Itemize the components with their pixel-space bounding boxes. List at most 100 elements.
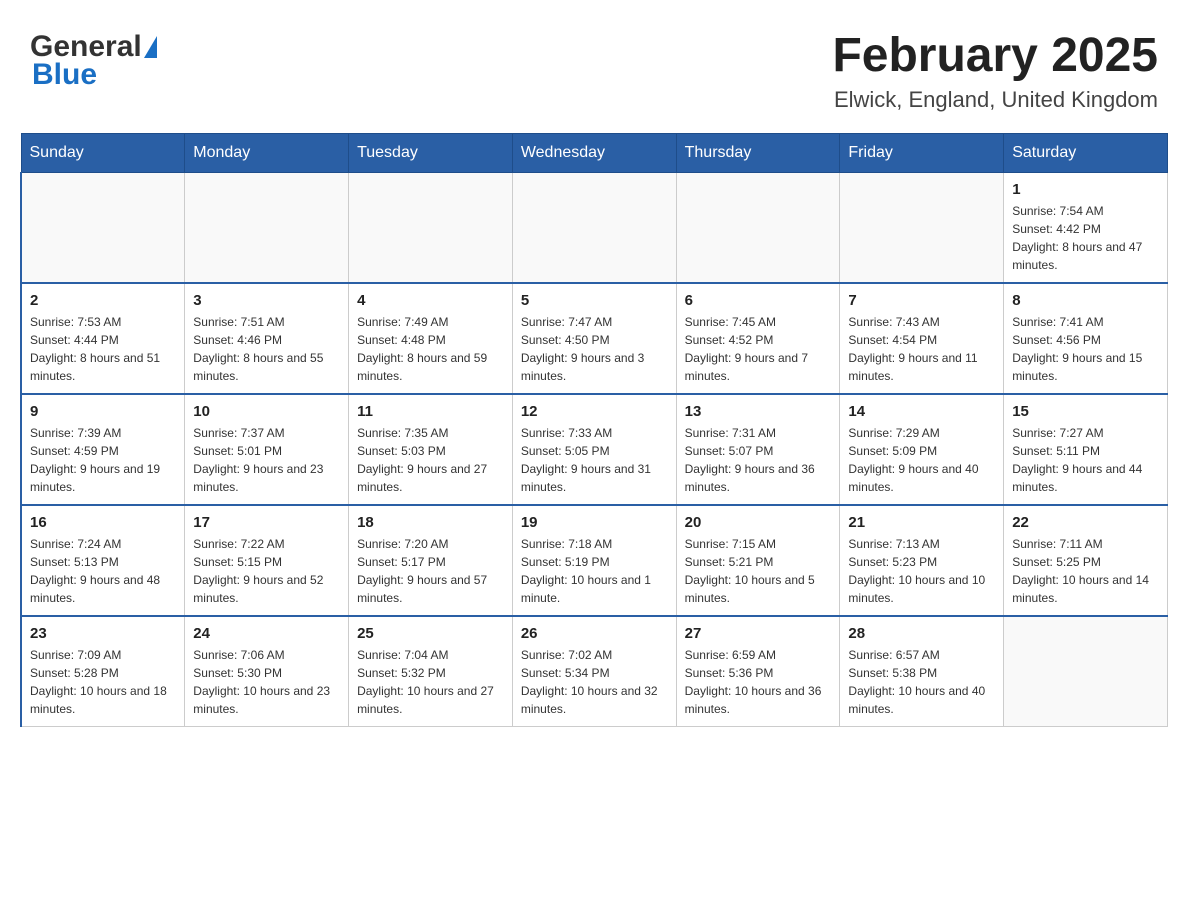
day-info: Sunrise: 7:39 AM Sunset: 4:59 PM Dayligh… <box>30 424 176 496</box>
day-info: Sunrise: 6:57 AM Sunset: 5:38 PM Dayligh… <box>848 646 995 718</box>
calendar-subtitle: Elwick, England, United Kingdom <box>832 87 1158 113</box>
day-info: Sunrise: 7:47 AM Sunset: 4:50 PM Dayligh… <box>521 313 668 385</box>
logo-blue-text: Blue <box>30 58 97 92</box>
day-number: 17 <box>193 514 340 531</box>
calendar-cell: 12 Sunrise: 7:33 AM Sunset: 5:05 PM Dayli… <box>512 394 676 505</box>
day-info: Sunrise: 7:33 AM Sunset: 5:05 PM Dayligh… <box>521 424 668 496</box>
day-info: Sunrise: 7:11 AM Sunset: 5:25 PM Dayligh… <box>1012 535 1159 607</box>
calendar-cell: 5 Sunrise: 7:47 AM Sunset: 4:50 PM Daylig… <box>512 283 676 394</box>
day-info: Sunrise: 7:22 AM Sunset: 5:15 PM Dayligh… <box>193 535 340 607</box>
day-info: Sunrise: 7:53 AM Sunset: 4:44 PM Dayligh… <box>30 313 176 385</box>
day-info: Sunrise: 7:45 AM Sunset: 4:52 PM Dayligh… <box>685 313 832 385</box>
calendar-cell: 10 Sunrise: 7:37 AM Sunset: 5:01 PM Dayli… <box>185 394 349 505</box>
day-info: Sunrise: 7:13 AM Sunset: 5:23 PM Dayligh… <box>848 535 995 607</box>
calendar-week-row-2: 9 Sunrise: 7:39 AM Sunset: 4:59 PM Daylig… <box>21 394 1168 505</box>
day-info: Sunrise: 7:29 AM Sunset: 5:09 PM Dayligh… <box>848 424 995 496</box>
day-number: 26 <box>521 625 668 642</box>
calendar-cell: 27Sunrise: 6:59 AM Sunset: 5:36 PM Dayli… <box>676 616 840 727</box>
calendar-header-thursday: Thursday <box>676 133 840 172</box>
calendar-table: SundayMondayTuesdayWednesdayThursdayFrid… <box>20 133 1168 727</box>
day-number: 12 <box>521 403 668 420</box>
calendar-header-saturday: Saturday <box>1004 133 1168 172</box>
calendar-cell <box>840 172 1004 283</box>
day-number: 15 <box>1012 403 1159 420</box>
day-number: 13 <box>685 403 832 420</box>
calendar-week-row-1: 2 Sunrise: 7:53 AM Sunset: 4:44 PM Daylig… <box>21 283 1168 394</box>
calendar-cell: 2 Sunrise: 7:53 AM Sunset: 4:44 PM Daylig… <box>21 283 185 394</box>
calendar-cell: 3 Sunrise: 7:51 AM Sunset: 4:46 PM Daylig… <box>185 283 349 394</box>
day-number: 14 <box>848 403 995 420</box>
day-number: 8 <box>1012 292 1159 309</box>
day-number: 9 <box>30 403 176 420</box>
calendar-cell: 1 Sunrise: 7:54 AM Sunset: 4:42 PM Daylig… <box>1004 172 1168 283</box>
calendar-cell: 22 Sunrise: 7:11 AM Sunset: 5:25 PM Dayli… <box>1004 505 1168 616</box>
day-info: Sunrise: 7:37 AM Sunset: 5:01 PM Dayligh… <box>193 424 340 496</box>
calendar-cell: 17 Sunrise: 7:22 AM Sunset: 5:15 PM Dayli… <box>185 505 349 616</box>
calendar-cell <box>21 172 185 283</box>
day-number: 5 <box>521 292 668 309</box>
day-info: Sunrise: 6:59 AM Sunset: 5:36 PM Dayligh… <box>685 646 832 718</box>
day-info: Sunrise: 7:31 AM Sunset: 5:07 PM Dayligh… <box>685 424 832 496</box>
day-number: 21 <box>848 514 995 531</box>
calendar-cell: 19Sunrise: 7:18 AM Sunset: 5:19 PM Dayli… <box>512 505 676 616</box>
day-number: 23 <box>30 625 176 642</box>
calendar-cell: 13 Sunrise: 7:31 AM Sunset: 5:07 PM Dayli… <box>676 394 840 505</box>
calendar-header-sunday: Sunday <box>21 133 185 172</box>
calendar-week-row-3: 16 Sunrise: 7:24 AM Sunset: 5:13 PM Dayli… <box>21 505 1168 616</box>
day-number: 16 <box>30 514 176 531</box>
day-number: 18 <box>357 514 504 531</box>
calendar-cell: 25 Sunrise: 7:04 AM Sunset: 5:32 PM Dayli… <box>349 616 513 727</box>
calendar-header-row: SundayMondayTuesdayWednesdayThursdayFrid… <box>21 133 1168 172</box>
calendar-week-row-0: 1 Sunrise: 7:54 AM Sunset: 4:42 PM Daylig… <box>21 172 1168 283</box>
day-number: 10 <box>193 403 340 420</box>
day-info: Sunrise: 7:09 AM Sunset: 5:28 PM Dayligh… <box>30 646 176 718</box>
calendar-cell: 14 Sunrise: 7:29 AM Sunset: 5:09 PM Dayli… <box>840 394 1004 505</box>
calendar-cell: 20 Sunrise: 7:15 AM Sunset: 5:21 PM Dayli… <box>676 505 840 616</box>
calendar-title: February 2025 <box>832 30 1158 83</box>
calendar-cell <box>349 172 513 283</box>
day-info: Sunrise: 7:54 AM Sunset: 4:42 PM Dayligh… <box>1012 202 1159 274</box>
calendar-header-friday: Friday <box>840 133 1004 172</box>
calendar-cell: 8Sunrise: 7:41 AM Sunset: 4:56 PM Daylig… <box>1004 283 1168 394</box>
day-info: Sunrise: 7:20 AM Sunset: 5:17 PM Dayligh… <box>357 535 504 607</box>
day-number: 25 <box>357 625 504 642</box>
calendar-cell: 16 Sunrise: 7:24 AM Sunset: 5:13 PM Dayli… <box>21 505 185 616</box>
day-number: 1 <box>1012 181 1159 198</box>
calendar-cell: 28 Sunrise: 6:57 AM Sunset: 5:38 PM Dayli… <box>840 616 1004 727</box>
calendar-cell: 24Sunrise: 7:06 AM Sunset: 5:30 PM Dayli… <box>185 616 349 727</box>
day-info: Sunrise: 7:43 AM Sunset: 4:54 PM Dayligh… <box>848 313 995 385</box>
day-number: 20 <box>685 514 832 531</box>
day-number: 6 <box>685 292 832 309</box>
day-info: Sunrise: 7:02 AM Sunset: 5:34 PM Dayligh… <box>521 646 668 718</box>
day-info: Sunrise: 7:49 AM Sunset: 4:48 PM Dayligh… <box>357 313 504 385</box>
calendar-cell: 9 Sunrise: 7:39 AM Sunset: 4:59 PM Daylig… <box>21 394 185 505</box>
calendar-cell: 23 Sunrise: 7:09 AM Sunset: 5:28 PM Dayli… <box>21 616 185 727</box>
calendar-cell <box>512 172 676 283</box>
day-number: 4 <box>357 292 504 309</box>
day-info: Sunrise: 7:06 AM Sunset: 5:30 PM Dayligh… <box>193 646 340 718</box>
day-number: 19 <box>521 514 668 531</box>
calendar-header-wednesday: Wednesday <box>512 133 676 172</box>
day-number: 7 <box>848 292 995 309</box>
day-number: 3 <box>193 292 340 309</box>
day-info: Sunrise: 7:04 AM Sunset: 5:32 PM Dayligh… <box>357 646 504 718</box>
day-info: Sunrise: 7:51 AM Sunset: 4:46 PM Dayligh… <box>193 313 340 385</box>
calendar-cell: 4 Sunrise: 7:49 AM Sunset: 4:48 PM Daylig… <box>349 283 513 394</box>
calendar-cell <box>1004 616 1168 727</box>
calendar-header-tuesday: Tuesday <box>349 133 513 172</box>
day-number: 2 <box>30 292 176 309</box>
day-info: Sunrise: 7:24 AM Sunset: 5:13 PM Dayligh… <box>30 535 176 607</box>
day-number: 22 <box>1012 514 1159 531</box>
calendar-cell: 21 Sunrise: 7:13 AM Sunset: 5:23 PM Dayli… <box>840 505 1004 616</box>
day-info: Sunrise: 7:15 AM Sunset: 5:21 PM Dayligh… <box>685 535 832 607</box>
logo: General Blue <box>30 30 157 92</box>
day-number: 28 <box>848 625 995 642</box>
day-info: Sunrise: 7:35 AM Sunset: 5:03 PM Dayligh… <box>357 424 504 496</box>
calendar-cell: 15 Sunrise: 7:27 AM Sunset: 5:11 PM Dayli… <box>1004 394 1168 505</box>
day-info: Sunrise: 7:27 AM Sunset: 5:11 PM Dayligh… <box>1012 424 1159 496</box>
logo-triangle-icon <box>144 36 157 58</box>
calendar-cell <box>185 172 349 283</box>
day-number: 11 <box>357 403 504 420</box>
title-area: February 2025 Elwick, England, United Ki… <box>832 30 1158 113</box>
calendar-header-monday: Monday <box>185 133 349 172</box>
